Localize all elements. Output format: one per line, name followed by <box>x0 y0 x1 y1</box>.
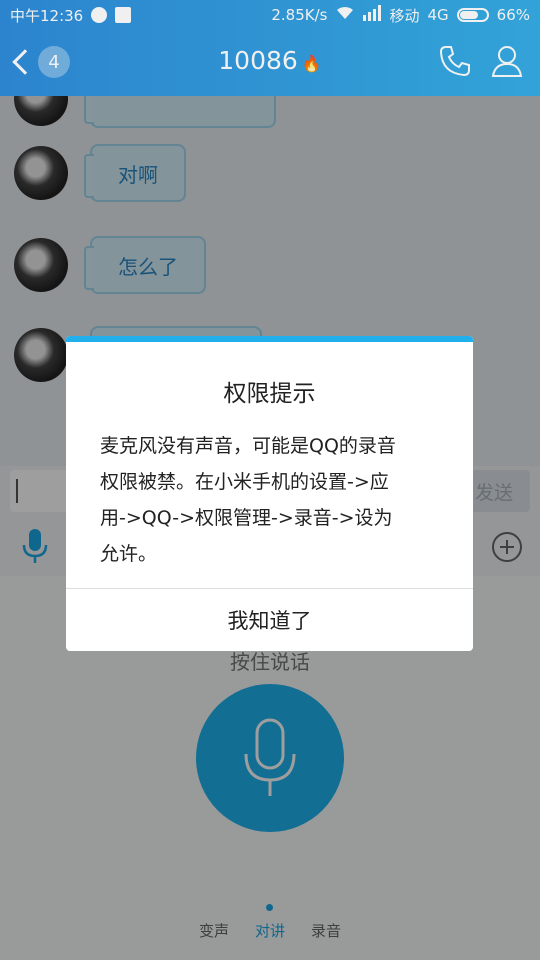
permission-dialog: 权限提示 麦克风没有声音，可能是QQ的录音 权限被禁。在小米手机的设置->应 用… <box>66 336 473 651</box>
dialog-message-line: 权限被禁。在小米手机的设置->应 <box>100 471 389 493</box>
dialog-message: 麦克风没有声音，可能是QQ的录音 权限被禁。在小米手机的设置->应 用->QQ-… <box>66 428 473 572</box>
dialog-accent-bar <box>66 336 473 342</box>
dialog-title: 权限提示 <box>223 381 316 407</box>
got-it-button[interactable]: 我知道了 <box>66 589 473 651</box>
modal-overlay-top <box>0 0 540 96</box>
dialog-message-line: 用->QQ->权限管理->录音->设为 <box>100 507 393 529</box>
dialog-message-line: 允许。 <box>100 543 158 565</box>
dialog-message-line: 麦克风没有声音，可能是QQ的录音 <box>100 435 396 457</box>
